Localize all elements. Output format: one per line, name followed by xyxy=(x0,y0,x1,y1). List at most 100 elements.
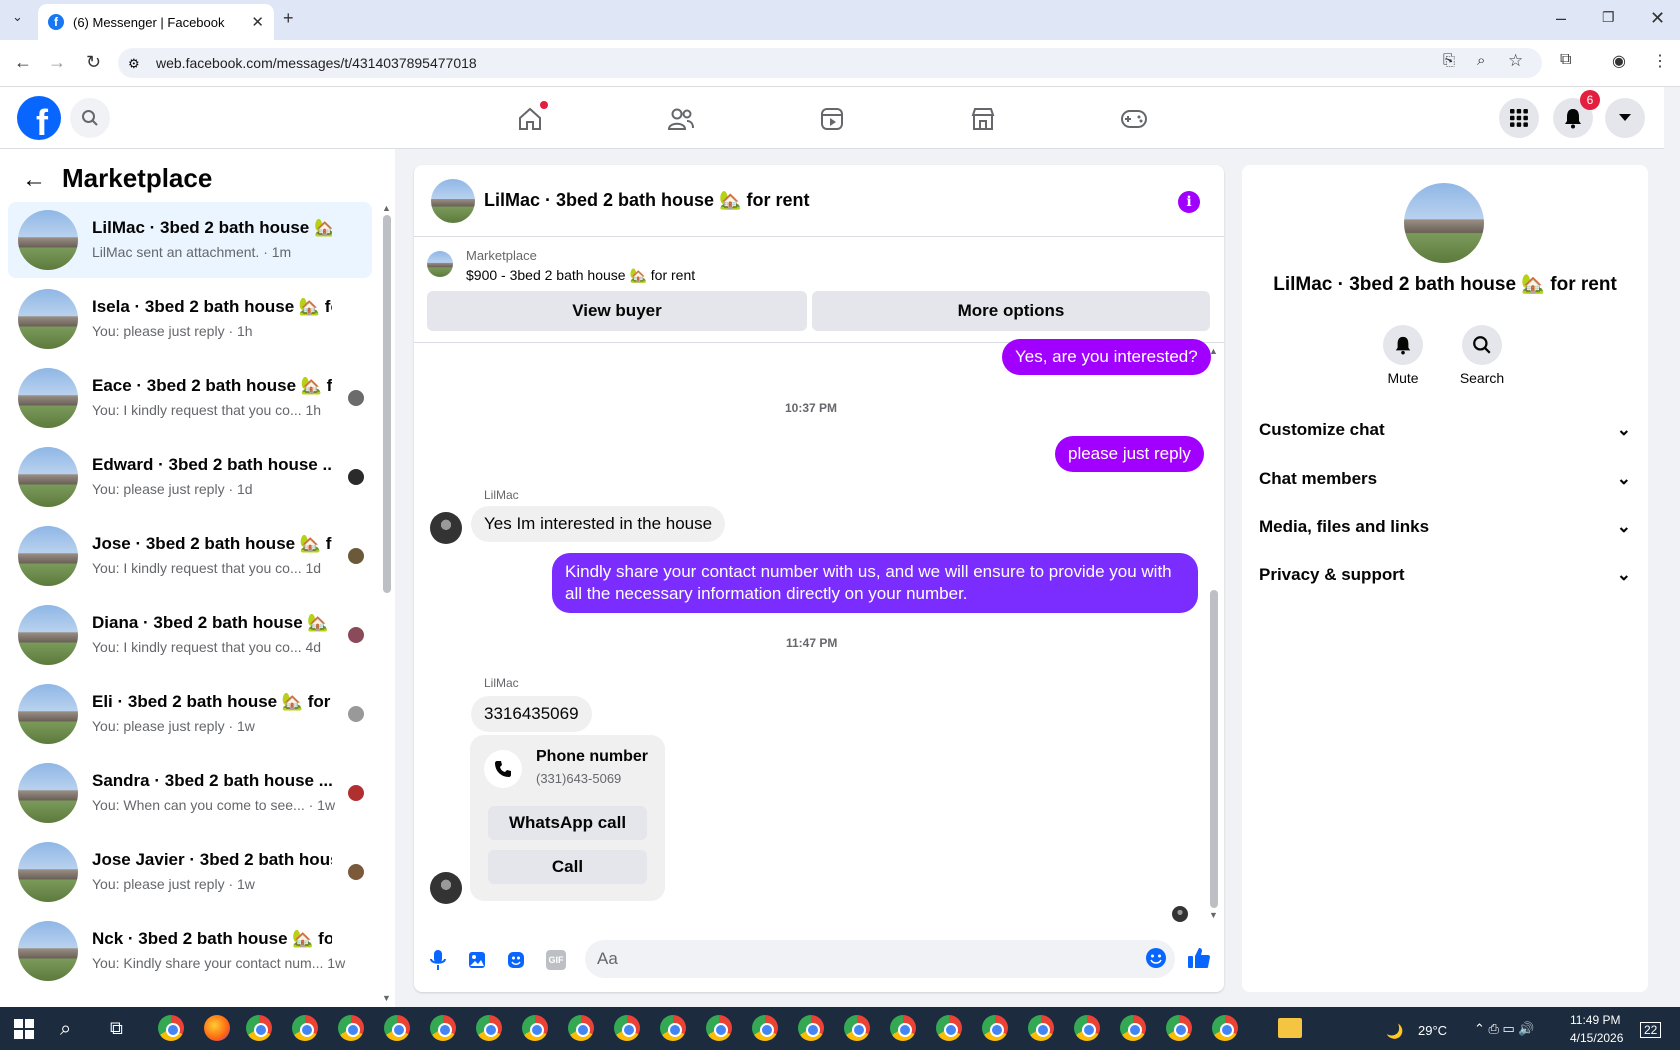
chrome-taskbar-icon[interactable] xyxy=(1166,1015,1192,1041)
call-button[interactable]: Call xyxy=(488,850,647,884)
conversation-item[interactable]: Isela · 3bed 2 bath house 🏡 for ... You: … xyxy=(8,281,372,357)
view-buyer-button[interactable]: View buyer xyxy=(427,291,807,331)
conversation-item[interactable]: Sandra · 3bed 2 bath house ... You: When … xyxy=(8,755,372,831)
scroll-up-icon[interactable]: ▲ xyxy=(1209,346,1218,356)
search-conversation-icon[interactable] xyxy=(1462,325,1502,365)
bookmark-star-icon[interactable]: ☆ xyxy=(1508,51,1523,71)
whatsapp-call-button[interactable]: WhatsApp call xyxy=(488,806,647,840)
file-explorer-icon[interactable] xyxy=(1278,1018,1302,1038)
chrome-taskbar-icon[interactable] xyxy=(1120,1015,1146,1041)
conversation-item[interactable]: Nck · 3bed 2 bath house 🏡 for r... You: K… xyxy=(8,913,372,989)
conversation-list-scrollbar[interactable] xyxy=(383,215,391,593)
back-arrow-icon[interactable]: ← xyxy=(22,166,46,194)
scroll-up-icon[interactable]: ▲ xyxy=(382,203,391,213)
chat-members-row[interactable]: Chat members ⌄ xyxy=(1259,469,1631,489)
chrome-taskbar-icon[interactable] xyxy=(706,1015,732,1041)
extensions-icon[interactable]: ⧉ xyxy=(1560,51,1571,69)
window-close-icon[interactable]: ✕ xyxy=(1650,8,1665,29)
windows-start-icon[interactable] xyxy=(14,1019,34,1044)
chrome-taskbar-icon[interactable] xyxy=(338,1015,364,1041)
clock-date[interactable]: 4/15/2026 xyxy=(1570,1031,1623,1045)
chrome-taskbar-icon[interactable] xyxy=(430,1015,456,1041)
scroll-down-icon[interactable]: ▼ xyxy=(382,993,391,1003)
browser-tab[interactable]: f (6) Messenger | Facebook ✕ xyxy=(38,4,274,40)
chrome-taskbar-icon[interactable] xyxy=(752,1015,778,1041)
chrome-taskbar-icon[interactable] xyxy=(476,1015,502,1041)
account-dropdown-icon[interactable] xyxy=(1605,98,1645,138)
reload-icon[interactable]: ↻ xyxy=(86,52,101,73)
taskbar-search-icon[interactable]: ⌕ xyxy=(60,1018,71,1041)
facebook-search-icon[interactable] xyxy=(70,98,110,138)
browser-menu-icon[interactable]: ⋮ xyxy=(1652,51,1668,71)
chrome-taskbar-icon[interactable] xyxy=(1028,1015,1054,1041)
clock-time[interactable]: 11:49 PM xyxy=(1570,1013,1620,1027)
chrome-taskbar-icon[interactable] xyxy=(844,1015,870,1041)
chat-title[interactable]: LilMac · 3bed 2 bath house 🏡 for rent xyxy=(484,190,809,211)
task-view-icon[interactable]: ⧉ xyxy=(110,1018,123,1039)
chrome-taskbar-icon[interactable] xyxy=(384,1015,410,1041)
conversation-item[interactable]: Edward · 3bed 2 bath house ... You: pleas… xyxy=(8,439,372,515)
forward-icon[interactable]: → xyxy=(48,52,66,73)
conversation-item[interactable]: Diana · 3bed 2 bath house 🏡 ... You: I ki… xyxy=(8,597,372,673)
back-icon[interactable]: ← xyxy=(14,52,32,73)
sticker-icon[interactable] xyxy=(504,948,528,972)
install-icon[interactable]: ⎘ xyxy=(1443,52,1455,69)
scroll-down-icon[interactable]: ▼ xyxy=(1209,910,1218,920)
chrome-taskbar-icon[interactable] xyxy=(292,1015,318,1041)
gaming-icon[interactable] xyxy=(1114,99,1154,139)
privacy-support-row[interactable]: Privacy & support ⌄ xyxy=(1259,565,1631,585)
firefox-taskbar-icon[interactable] xyxy=(204,1015,230,1041)
chrome-taskbar-icon[interactable] xyxy=(246,1015,272,1041)
thumbs-up-icon[interactable] xyxy=(1187,946,1211,970)
chrome-taskbar-icon[interactable] xyxy=(890,1015,916,1041)
gif-icon[interactable]: GIF xyxy=(544,948,568,972)
media-files-links-row[interactable]: Media, files and links ⌄ xyxy=(1259,517,1631,537)
customize-chat-row[interactable]: Customize chat ⌄ xyxy=(1259,420,1631,440)
chrome-taskbar-icon[interactable] xyxy=(568,1015,594,1041)
conversation-item[interactable]: Eli · 3bed 2 bath house 🏡 for ... You: pl… xyxy=(8,676,372,752)
close-tab-icon[interactable]: ✕ xyxy=(251,13,264,31)
image-icon[interactable] xyxy=(465,948,489,972)
conversation-item[interactable]: LilMac · 3bed 2 bath house 🏡 f... LilMac … xyxy=(8,202,372,278)
tray-icons[interactable]: ⌃ ⎙ ▭ 🔊 xyxy=(1474,1021,1535,1037)
more-options-button[interactable]: More options xyxy=(812,291,1210,331)
video-icon[interactable] xyxy=(812,99,852,139)
chrome-taskbar-icon[interactable] xyxy=(660,1015,686,1041)
url-field[interactable]: web.facebook.com/messages/t/431403789547… xyxy=(118,48,1542,78)
chrome-taskbar-icon[interactable] xyxy=(1212,1015,1238,1041)
chrome-taskbar-icon[interactable] xyxy=(614,1015,640,1041)
message-scrollbar[interactable] xyxy=(1210,590,1218,908)
menu-grid-icon[interactable] xyxy=(1499,98,1539,138)
profile-icon[interactable]: ◉ xyxy=(1612,51,1626,71)
sender-avatar[interactable] xyxy=(430,872,462,904)
chrome-taskbar-icon[interactable] xyxy=(522,1015,548,1041)
message-input[interactable]: Aa xyxy=(585,940,1175,978)
restore-icon[interactable]: ❐ xyxy=(1602,9,1615,26)
conversation-item[interactable]: Jose Javier · 3bed 2 bath hous... You: pl… xyxy=(8,834,372,910)
mute-bell-icon[interactable] xyxy=(1383,325,1423,365)
chrome-taskbar-icon[interactable] xyxy=(158,1015,184,1041)
details-avatar[interactable] xyxy=(1404,183,1484,263)
site-info-icon[interactable]: ⚙ xyxy=(128,56,140,72)
conversation-item[interactable]: Jose · 3bed 2 bath house 🏡 f... You: I ki… xyxy=(8,518,372,594)
new-tab-icon[interactable]: + xyxy=(283,8,294,29)
tab-list-icon[interactable]: ⌄ xyxy=(12,9,23,25)
minimize-icon[interactable]: – xyxy=(1556,8,1566,29)
emoji-icon[interactable] xyxy=(1144,946,1168,970)
facebook-logo[interactable]: f xyxy=(17,96,61,140)
chrome-taskbar-icon[interactable] xyxy=(936,1015,962,1041)
chrome-taskbar-icon[interactable] xyxy=(982,1015,1008,1041)
info-icon[interactable]: i xyxy=(1178,191,1200,213)
notification-center-count[interactable]: 22 xyxy=(1640,1022,1662,1038)
outgoing-message: please just reply xyxy=(1055,436,1204,472)
friends-icon[interactable] xyxy=(661,99,701,139)
chat-header-avatar[interactable] xyxy=(431,179,475,223)
chrome-taskbar-icon[interactable] xyxy=(798,1015,824,1041)
conversation-item[interactable]: Eace · 3bed 2 bath house 🏡 f... You: I ki… xyxy=(8,360,372,436)
marketplace-icon[interactable] xyxy=(963,99,1003,139)
sender-avatar[interactable] xyxy=(430,512,462,544)
microphone-icon[interactable] xyxy=(426,948,450,972)
chrome-taskbar-icon[interactable] xyxy=(1074,1015,1100,1041)
zoom-icon[interactable]: ⌕ xyxy=(1477,52,1485,69)
listing-title[interactable]: $900 - 3bed 2 bath house 🏡 for rent xyxy=(466,267,695,284)
